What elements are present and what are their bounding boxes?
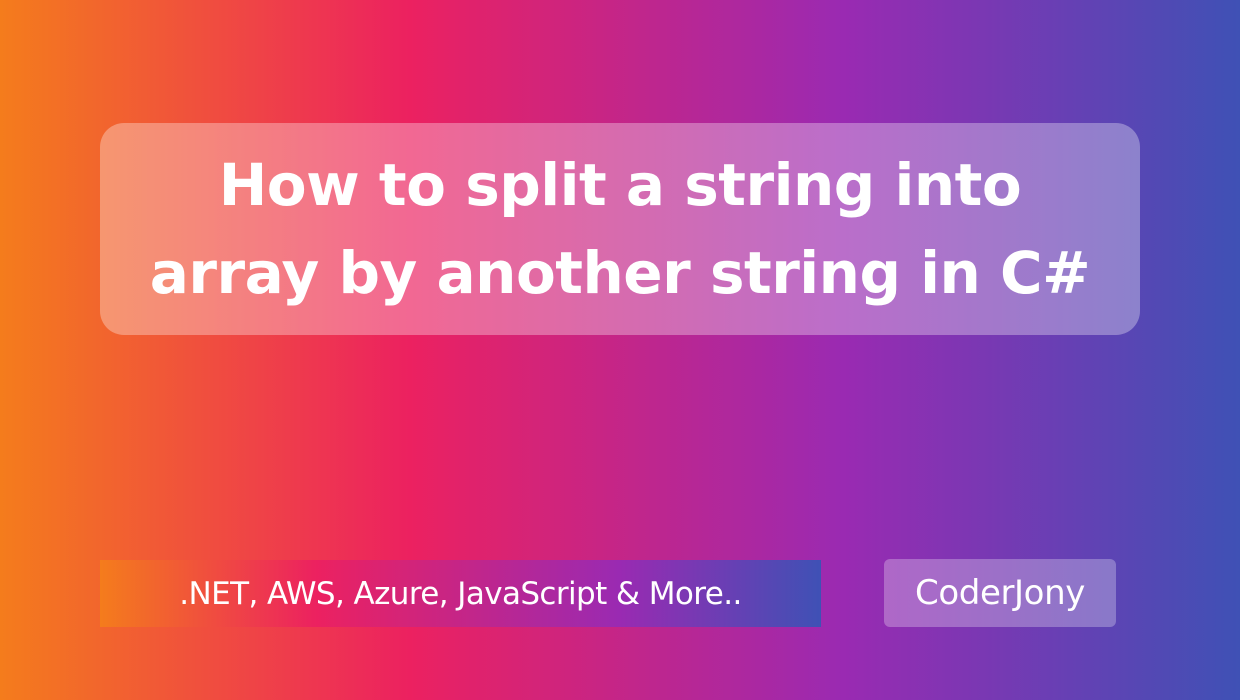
brand-badge: CoderJony — [884, 559, 1116, 627]
tagline-text: .NET, AWS, Azure, JavaScript & More.. — [179, 575, 742, 612]
title-line-2: array by another string in C# — [149, 239, 1091, 307]
title-card: How to split a string into array by anot… — [100, 123, 1140, 335]
brand-name: CoderJony — [915, 573, 1085, 613]
banner-background: How to split a string into array by anot… — [0, 0, 1240, 700]
tagline-bar: .NET, AWS, Azure, JavaScript & More.. — [100, 560, 821, 627]
title-line-1: How to split a string into — [218, 151, 1022, 219]
